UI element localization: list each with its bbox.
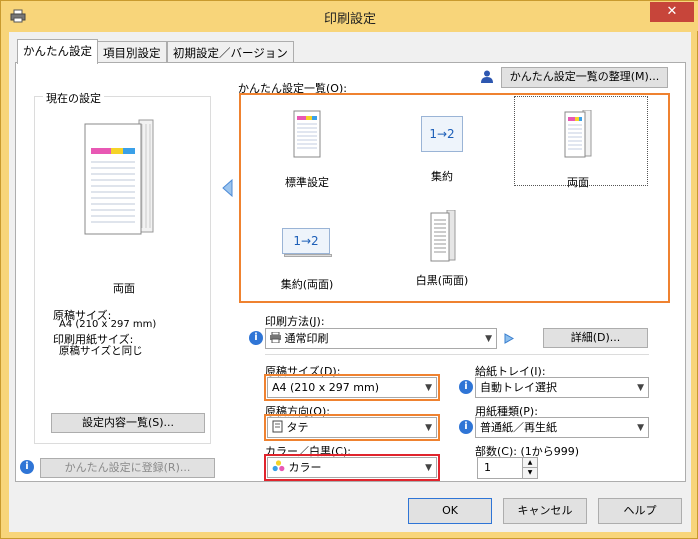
original-size-summary-value: A4 (210 x 297 mm) xyxy=(59,319,157,330)
paper-type-value: 普通紙／再生紙 xyxy=(480,421,557,434)
print-settings-window: 印刷設定 ✕ かんたん設定 項目別設定 初期設定／バージョン 現在の設定 両面 … xyxy=(0,0,698,539)
color-dots-icon xyxy=(272,460,285,472)
printer-small-icon xyxy=(270,331,281,344)
nup-duplex-icon: 1→2 xyxy=(282,218,332,257)
settings-list-button[interactable]: 設定内容一覧(S)... xyxy=(51,413,205,433)
separator xyxy=(265,354,649,355)
chevron-down-icon: ▼ xyxy=(637,383,644,393)
user-icon xyxy=(481,70,493,83)
quick-item-label: 白黒(両面) xyxy=(415,274,469,287)
mono-duplex-doc-icon xyxy=(430,210,456,262)
title-bar[interactable]: 印刷設定 ✕ xyxy=(1,1,698,31)
window-title: 印刷設定 xyxy=(323,12,376,27)
decrement-arrow-icon[interactable]: ▼ xyxy=(522,468,537,478)
scroll-left-arrow-icon[interactable] xyxy=(222,179,233,197)
paper-size-summary-value: 原稿サイズと同じ xyxy=(59,345,143,357)
portrait-icon xyxy=(272,420,283,433)
original-size-value: A4 (210 x 297 mm) xyxy=(272,381,380,394)
tab-item-settings[interactable]: 項目別設定 xyxy=(97,41,167,63)
color-mode-value: カラー xyxy=(288,461,322,474)
print-method-value: 通常印刷 xyxy=(284,332,329,345)
copies-value: 1 xyxy=(484,461,491,474)
paper-tray-select[interactable]: 自動トレイ選択 ▼ xyxy=(475,377,649,398)
copies-stepper[interactable]: 1 ▲ ▼ xyxy=(477,457,538,479)
detail-button[interactable]: 詳細(D)... xyxy=(543,328,648,348)
quick-item-nup[interactable]: 1→2 集約 xyxy=(377,110,507,184)
info-icon: i xyxy=(459,420,473,434)
info-icon: i xyxy=(20,460,34,474)
chevron-down-icon: ▼ xyxy=(425,463,432,473)
help-button[interactable]: ヘルプ xyxy=(598,498,682,524)
current-settings-label: 現在の設定 xyxy=(43,90,104,106)
duplex-preview-image xyxy=(84,119,154,235)
nup-duplex-glyph: 1→2 xyxy=(282,228,330,254)
info-icon: i xyxy=(249,331,263,345)
quick-item-mono-duplex[interactable]: 白黒(両面) xyxy=(377,210,507,288)
dialog-client: かんたん設定 項目別設定 初期設定／バージョン 現在の設定 両面 原稿サイズ: … xyxy=(9,32,691,532)
tab-defaults-version[interactable]: 初期設定／バージョン xyxy=(167,41,294,63)
info-icon: i xyxy=(459,380,473,394)
ok-button[interactable]: OK xyxy=(408,498,492,524)
paper-tray-value: 自動トレイ選択 xyxy=(480,381,557,394)
standard-doc-icon xyxy=(293,110,321,158)
quick-item-standard[interactable]: 標準設定 xyxy=(242,110,372,190)
close-button[interactable]: ✕ xyxy=(650,2,694,22)
nup-icon: 1→2 xyxy=(421,116,463,152)
chevron-down-icon: ▼ xyxy=(485,334,492,344)
register-quick-setting-button[interactable]: かんたん設定に登録(R)... xyxy=(40,458,215,478)
quick-item-label: 集約 xyxy=(431,170,453,183)
color-mode-select[interactable]: カラー ▼ xyxy=(267,457,437,478)
cancel-button[interactable]: キャンセル xyxy=(503,498,587,524)
tab-quick-settings[interactable]: かんたん設定 xyxy=(17,39,98,64)
quick-item-label: 集約(両面) xyxy=(280,278,334,291)
original-size-select[interactable]: A4 (210 x 297 mm) ▼ xyxy=(267,377,437,398)
quick-item-label: 両面 xyxy=(567,176,589,189)
print-method-select[interactable]: 通常印刷 ▼ xyxy=(265,328,497,349)
quick-item-nup-duplex[interactable]: 1→2 集約(両面) xyxy=(242,210,372,292)
orientation-select[interactable]: タテ ▼ xyxy=(267,417,437,438)
chevron-down-icon: ▼ xyxy=(637,423,644,433)
preview-caption: 両面 xyxy=(113,282,135,295)
chevron-down-icon: ▼ xyxy=(425,383,432,393)
quick-item-label: 標準設定 xyxy=(285,176,329,189)
duplex-doc-icon xyxy=(564,110,592,158)
chevron-down-icon: ▼ xyxy=(425,423,432,433)
organize-quick-settings-button[interactable]: かんたん設定一覧の整理(M)... xyxy=(501,67,668,88)
paper-type-select[interactable]: 普通紙／再生紙 ▼ xyxy=(475,417,649,438)
play-arrow-icon[interactable] xyxy=(504,333,514,344)
increment-arrow-icon[interactable]: ▲ xyxy=(522,458,537,468)
print-method-label: 印刷方法(J): xyxy=(265,315,325,328)
orientation-value: タテ xyxy=(286,421,309,434)
quick-item-duplex[interactable]: 両面 xyxy=(513,110,643,190)
